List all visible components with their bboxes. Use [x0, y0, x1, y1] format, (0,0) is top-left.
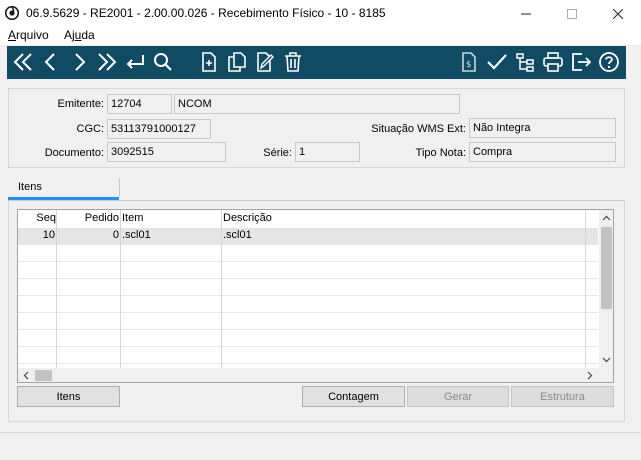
col-header-pedido[interactable]: Pedido	[58, 210, 119, 227]
tipo-nota-field[interactable]: Compra	[469, 142, 616, 162]
grid-col-line	[221, 210, 222, 368]
serie-label: Série:	[263, 147, 292, 159]
cell-pedido: 0	[112, 229, 119, 241]
edit-button[interactable]	[253, 50, 277, 74]
delete-icon	[285, 52, 301, 72]
grid-vertical-scrollbar[interactable]	[599, 210, 613, 368]
col-header-descricao[interactable]: Descrição	[223, 210, 523, 227]
menu-bar: Arquivo Ajuda	[0, 27, 641, 45]
tipo-nota-label: Tipo Nota:	[415, 147, 466, 159]
search-icon	[154, 53, 172, 71]
table-row[interactable]: 10 0 .scl01 .scl01	[18, 228, 598, 244]
copy-icon	[228, 52, 246, 72]
menu-arquivo[interactable]: Arquivo	[8, 28, 49, 42]
cgc-label: CGC:	[76, 123, 105, 135]
last-record-button[interactable]	[95, 50, 119, 74]
app-icon	[4, 5, 20, 21]
contagem-button[interactable]: Contagem	[302, 386, 405, 407]
col-header-seq[interactable]: Seq	[18, 210, 56, 227]
scroll-right-icon[interactable]	[582, 368, 598, 382]
maximize-button[interactable]	[549, 0, 595, 27]
report-button[interactable]: $	[457, 50, 481, 74]
documento-field[interactable]: 3092515	[107, 142, 226, 162]
scroll-left-icon[interactable]	[18, 368, 34, 382]
documento-label: Documento:	[44, 147, 104, 159]
grid-row-line	[18, 295, 598, 296]
title-bar: 06.9.5629 - RE2001 - 2.00.00.026 - Receb…	[0, 0, 641, 27]
toolbar: $	[7, 46, 626, 79]
grid-row-line	[18, 261, 598, 262]
menu-ajuda-label: da	[81, 28, 95, 42]
grid-row-line	[18, 278, 598, 279]
goto-icon	[126, 55, 144, 69]
itens-button[interactable]: Itens	[17, 386, 120, 407]
emitente-label: Emitente:	[57, 98, 104, 110]
confirm-button[interactable]	[485, 50, 509, 74]
exit-icon	[572, 53, 592, 71]
menu-ajuda[interactable]: Ajuda	[64, 28, 95, 42]
copy-button[interactable]	[225, 50, 249, 74]
status-bar	[0, 432, 641, 460]
prev-record-button[interactable]	[39, 50, 63, 74]
grid-row-line	[18, 312, 598, 313]
menu-ajuda-pre: Aj	[64, 28, 75, 42]
cell-descricao: .scl01	[223, 229, 252, 241]
svg-text:$: $	[466, 60, 472, 70]
horizontal-scroll-thumb[interactable]	[35, 370, 52, 381]
help-icon	[599, 52, 619, 72]
serie-field[interactable]: 1	[295, 142, 360, 162]
report-icon: $	[462, 52, 476, 72]
print-button[interactable]	[541, 50, 565, 74]
tree-icon	[516, 53, 534, 72]
last-icon	[98, 53, 117, 71]
tab-itens-label: Itens	[18, 181, 42, 193]
edit-icon	[257, 52, 274, 72]
grid-row-line	[18, 346, 598, 347]
cell-seq: 10	[42, 229, 55, 241]
grid-col-line	[56, 210, 57, 368]
cell-item: .scl01	[122, 229, 151, 241]
items-grid[interactable]: Seq Pedido Item Descrição 10 0 .scl01 .s…	[17, 209, 614, 383]
grid-row-line	[18, 329, 598, 330]
close-button[interactable]	[595, 0, 641, 27]
prev-icon	[44, 53, 55, 71]
grid-row-line	[18, 363, 598, 364]
grid-horizontal-scrollbar[interactable]	[18, 368, 613, 382]
menu-arquivo-label: rquivo	[16, 28, 49, 42]
cgc-field[interactable]: 53113791000127	[107, 119, 211, 139]
emitente-name-field[interactable]: NCOM	[174, 94, 460, 114]
grid-header: Seq Pedido Item Descrição	[18, 210, 598, 227]
search-button[interactable]	[151, 50, 175, 74]
col-header-item[interactable]: Item	[122, 210, 220, 227]
scroll-down-icon[interactable]	[599, 352, 613, 368]
grid-col-line	[585, 210, 586, 368]
gerar-button[interactable]: Gerar	[407, 386, 509, 407]
vertical-scroll-thumb[interactable]	[601, 227, 612, 309]
exit-button[interactable]	[569, 50, 593, 74]
grid-col-line	[120, 210, 121, 368]
menu-arquivo-accel: A	[8, 28, 17, 42]
grid-row-line	[18, 244, 598, 245]
print-icon	[543, 52, 563, 72]
tab-separator	[119, 178, 120, 197]
first-icon	[13, 53, 32, 71]
help-button[interactable]	[597, 50, 621, 74]
scroll-up-icon[interactable]	[599, 210, 613, 226]
goto-button[interactable]	[123, 50, 147, 74]
next-icon	[75, 53, 86, 71]
tree-button[interactable]	[513, 50, 537, 74]
window-title: 06.9.5629 - RE2001 - 2.00.00.026 - Receb…	[26, 6, 386, 20]
delete-button[interactable]	[281, 50, 305, 74]
situacao-wms-field[interactable]: Não Integra	[469, 118, 616, 138]
minimize-button[interactable]	[503, 0, 549, 27]
check-icon	[487, 54, 507, 70]
emitente-code-field[interactable]: 12704	[107, 94, 172, 114]
tab-strip: Itens	[8, 178, 625, 200]
new-icon	[202, 52, 216, 72]
new-button[interactable]	[197, 50, 221, 74]
first-record-button[interactable]	[11, 50, 35, 74]
estrutura-button[interactable]: Estrutura	[511, 386, 614, 407]
next-record-button[interactable]	[67, 50, 91, 74]
situacao-wms-label: Situação WMS Ext:	[371, 123, 466, 135]
